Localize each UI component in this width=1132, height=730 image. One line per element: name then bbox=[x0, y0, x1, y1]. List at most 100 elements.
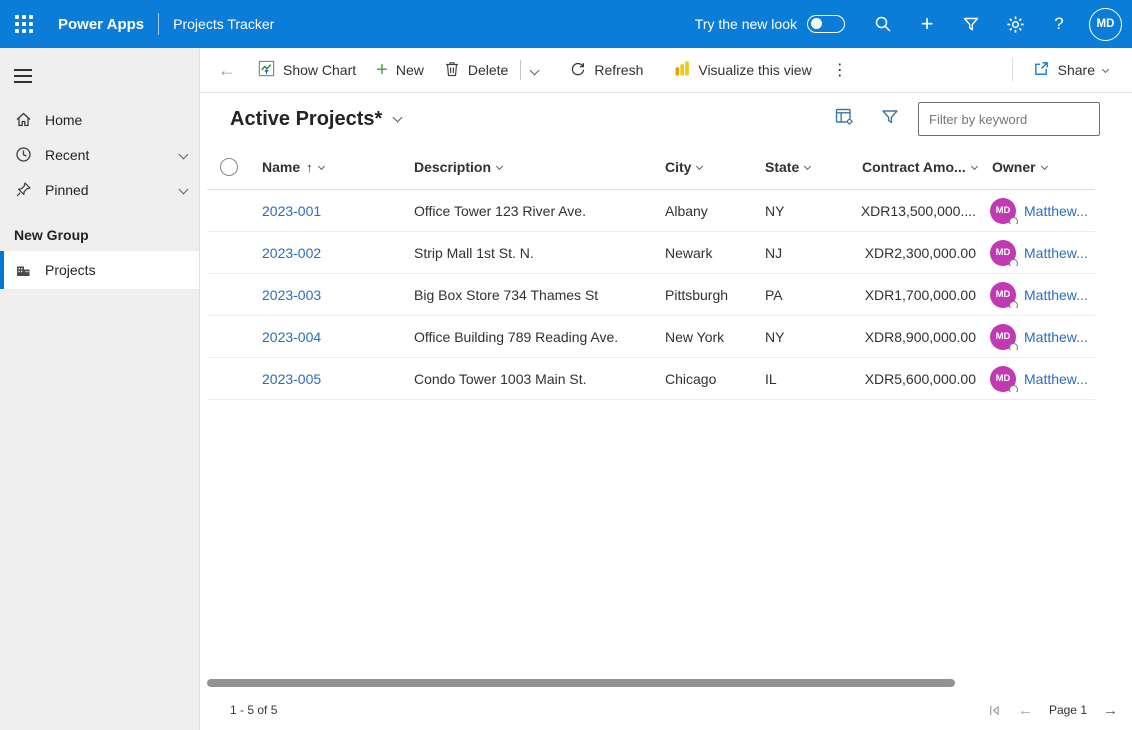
project-name-link[interactable]: 2023-002 bbox=[262, 245, 321, 261]
back-arrow-icon: ← bbox=[218, 60, 236, 80]
scrollbar-thumb[interactable] bbox=[207, 679, 955, 687]
previous-page-button[interactable]: ← bbox=[1018, 702, 1033, 719]
description-cell: Condo Tower 1003 Main St. bbox=[406, 371, 655, 387]
chevron-down-icon bbox=[393, 113, 403, 123]
funnel-icon bbox=[880, 107, 900, 132]
chevron-down-icon[interactable] bbox=[179, 150, 189, 160]
share-label: Share bbox=[1058, 62, 1095, 78]
owner-avatar: MD bbox=[990, 324, 1016, 350]
edit-columns-button[interactable] bbox=[826, 102, 862, 136]
city-cell: Pittsburgh bbox=[655, 287, 755, 303]
table-row[interactable]: 2023-004 Office Building 789 Reading Ave… bbox=[207, 316, 1095, 358]
owner-link[interactable]: Matthew... bbox=[1024, 245, 1088, 261]
search-button[interactable] bbox=[863, 4, 903, 44]
more-commands-button[interactable]: ⋮ bbox=[822, 60, 858, 80]
column-header-state[interactable]: State bbox=[755, 159, 852, 175]
edit-filters-button[interactable] bbox=[872, 102, 908, 136]
contract-amount-cell: XDR2,300,000.00 bbox=[852, 245, 980, 261]
project-name-link[interactable]: 2023-003 bbox=[262, 287, 321, 303]
powerbi-icon bbox=[675, 61, 690, 79]
collapse-sidebar-button[interactable] bbox=[0, 56, 48, 96]
description-cell: Strip Mall 1st St. N. bbox=[406, 245, 655, 261]
arrow-left-icon: ← bbox=[1018, 702, 1033, 719]
search-icon bbox=[874, 15, 892, 33]
header-divider bbox=[158, 13, 159, 35]
horizontal-scrollbar[interactable] bbox=[200, 676, 1132, 690]
toolbar-divider bbox=[1012, 58, 1013, 82]
chart-icon bbox=[258, 60, 275, 80]
sidebar-item-label: Recent bbox=[45, 147, 89, 163]
project-name-link[interactable]: 2023-001 bbox=[262, 203, 321, 219]
product-name[interactable]: Power Apps bbox=[58, 16, 144, 33]
column-header-owner[interactable]: Owner bbox=[980, 159, 1095, 175]
owner-avatar: MD bbox=[990, 198, 1016, 224]
back-button[interactable]: ← bbox=[206, 60, 248, 81]
help-icon: ? bbox=[1054, 14, 1063, 34]
view-selector[interactable]: Active Projects* bbox=[230, 108, 401, 131]
refresh-icon bbox=[570, 61, 586, 80]
owner-link[interactable]: Matthew... bbox=[1024, 371, 1088, 387]
chevron-down-icon bbox=[804, 162, 811, 169]
add-button[interactable]: + bbox=[907, 4, 947, 44]
show-chart-button[interactable]: Show Chart bbox=[248, 53, 366, 87]
new-button[interactable]: + New bbox=[366, 53, 434, 87]
table-row[interactable]: 2023-001 Office Tower 123 River Ave. Alb… bbox=[207, 190, 1095, 232]
app-launcher-button[interactable] bbox=[0, 0, 48, 48]
presence-badge bbox=[1009, 343, 1018, 350]
column-header-contract-amount[interactable]: Contract Amo... bbox=[852, 159, 980, 175]
filter-button[interactable] bbox=[951, 4, 991, 44]
settings-button[interactable] bbox=[995, 4, 1035, 44]
chevron-down-icon[interactable] bbox=[179, 185, 189, 195]
funnel-icon bbox=[962, 15, 980, 33]
refresh-button[interactable]: Refresh bbox=[560, 53, 653, 87]
city-cell: Chicago bbox=[655, 371, 755, 387]
chevron-down-icon bbox=[530, 65, 540, 75]
contract-amount-cell: XDR8,900,000.00 bbox=[852, 329, 980, 345]
project-name-link[interactable]: 2023-004 bbox=[262, 329, 321, 345]
column-header-city[interactable]: City bbox=[655, 159, 755, 175]
contract-amount-cell: XDR1,700,000.00 bbox=[852, 287, 980, 303]
owner-avatar: MD bbox=[990, 366, 1016, 392]
sidebar-item-label: Projects bbox=[45, 262, 96, 278]
keyword-filter-input[interactable] bbox=[918, 102, 1100, 136]
next-page-button[interactable]: → bbox=[1103, 702, 1118, 719]
table-row[interactable]: 2023-003 Big Box Store 734 Thames St Pit… bbox=[207, 274, 1095, 316]
account-initials: MD bbox=[1097, 18, 1115, 30]
sidebar-item-home[interactable]: Home bbox=[0, 102, 199, 137]
sidebar-item-projects[interactable]: Projects bbox=[0, 251, 199, 289]
share-button[interactable]: Share bbox=[1023, 53, 1118, 87]
new-look-toggle[interactable] bbox=[807, 15, 845, 33]
column-header-description[interactable]: Description bbox=[406, 159, 655, 175]
owner-link[interactable]: Matthew... bbox=[1024, 203, 1088, 219]
presence-badge bbox=[1009, 259, 1018, 266]
table-row[interactable]: 2023-005 Condo Tower 1003 Main St. Chica… bbox=[207, 358, 1095, 400]
owner-link[interactable]: Matthew... bbox=[1024, 287, 1088, 303]
share-icon bbox=[1033, 60, 1050, 80]
toolbar-divider bbox=[520, 60, 521, 80]
state-cell: NY bbox=[755, 203, 852, 219]
delete-split-menu-button[interactable] bbox=[523, 53, 546, 87]
new-look-toggle-group[interactable]: Try the new look bbox=[695, 15, 845, 33]
visualize-view-button[interactable]: Visualize this view bbox=[665, 53, 821, 87]
plus-icon: + bbox=[376, 60, 388, 80]
chevron-down-icon bbox=[1041, 162, 1048, 169]
project-name-link[interactable]: 2023-005 bbox=[262, 371, 321, 387]
table-row[interactable]: 2023-002 Strip Mall 1st St. N. Newark NJ… bbox=[207, 232, 1095, 274]
sidebar-item-recent[interactable]: Recent bbox=[0, 137, 199, 172]
state-cell: NJ bbox=[755, 245, 852, 261]
hamburger-icon bbox=[14, 65, 32, 87]
owner-link[interactable]: Matthew... bbox=[1024, 329, 1088, 345]
help-button[interactable]: ? bbox=[1039, 4, 1079, 44]
delete-button[interactable]: Delete bbox=[434, 53, 518, 87]
description-cell: Office Building 789 Reading Ave. bbox=[406, 329, 655, 345]
delete-label: Delete bbox=[468, 62, 508, 78]
chevron-down-icon bbox=[318, 162, 325, 169]
account-avatar[interactable]: MD bbox=[1089, 8, 1122, 41]
more-vertical-icon: ⋮ bbox=[832, 62, 848, 79]
record-count: 1 - 5 of 5 bbox=[230, 703, 277, 717]
select-all-checkbox[interactable] bbox=[220, 158, 238, 176]
first-page-button[interactable] bbox=[987, 703, 1002, 718]
column-header-name[interactable]: Name ↑ bbox=[251, 159, 406, 175]
contract-amount-cell: XDR13,500,000.... bbox=[852, 203, 980, 219]
sidebar-item-pinned[interactable]: Pinned bbox=[0, 172, 199, 207]
